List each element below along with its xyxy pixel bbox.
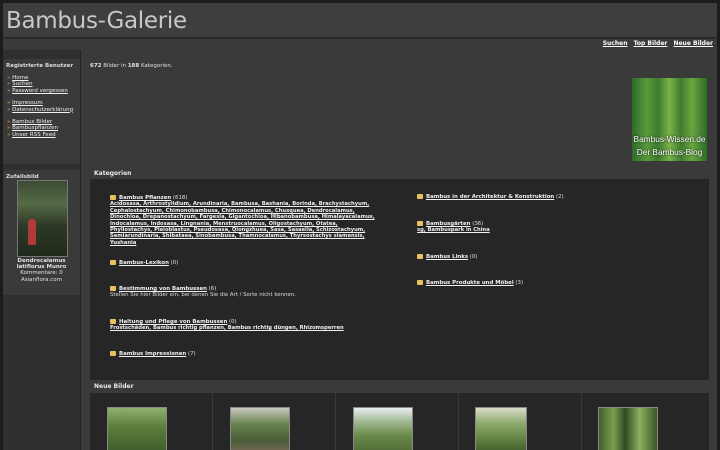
registered-users-block: Registrierte Benutzer Home Suchen Passwo…	[3, 59, 80, 164]
subcategory-list[interactable]: Frostschäden, Bambus richtig pflanzen, B…	[110, 325, 344, 331]
new-images-panel	[90, 393, 709, 450]
main-content: 672 Bilder in 188 Kategorien. Bambus-Wis…	[85, 50, 717, 450]
category-bambus-pflanzen: Bambus Pflanzen (618) Acidosasa, Arthros…	[110, 195, 375, 246]
sidebar-link-rss-feed[interactable]: Unser RSS Feed	[12, 132, 55, 138]
category-count: (0)	[170, 260, 179, 266]
folder-icon	[110, 195, 116, 200]
random-image-thumbnail[interactable]	[17, 180, 68, 257]
sidebar-links: Home Suchen Password vergessen Impressum…	[3, 75, 80, 138]
sidebar-link-bamboo-plants[interactable]: Bambuspflanzen	[12, 125, 58, 131]
sidebar: Registrierte Benutzer Home Suchen Passwo…	[3, 50, 81, 450]
category-bambus-links: Bambus Links (0)	[417, 254, 697, 260]
folder-icon	[110, 260, 116, 265]
category-count: (2)	[556, 194, 564, 200]
category-link[interactable]: Bambusgärten	[426, 221, 471, 227]
categories-panel: Bambus Pflanzen (618) Acidosasa, Arthros…	[90, 179, 709, 380]
category-bambus-lexikon: Bambus-Lexikon (0)	[110, 260, 375, 266]
gallery-summary: 672 Bilder in 188 Kategorien.	[90, 63, 173, 69]
sidebar-link-search[interactable]: Suchen	[12, 81, 32, 87]
category-link[interactable]: Bambus Links	[426, 254, 468, 260]
new-image-thumbnail[interactable]	[230, 407, 290, 450]
category-link[interactable]: Bambus-Lexikon	[119, 260, 169, 266]
categories-title: Kategorien	[94, 170, 132, 177]
folder-icon	[110, 319, 116, 324]
image-count: 672	[90, 63, 102, 69]
subcategory-links: sg, Bambuspark in China	[417, 227, 697, 233]
category-count: 188	[127, 63, 140, 69]
subcategory-list[interactable]: sg, Bambuspark in China	[417, 227, 490, 233]
registered-users-title: Registrierte Benutzer	[6, 63, 74, 69]
sidebar-link-privacy[interactable]: Datenschutzerklärung	[12, 107, 73, 113]
new-image-cell	[582, 393, 704, 450]
new-image-thumbnail[interactable]	[353, 407, 413, 450]
new-image-thumbnail[interactable]	[475, 407, 527, 450]
new-image-cell	[336, 393, 459, 450]
category-link[interactable]: Bambus Pflanzen	[119, 195, 171, 201]
random-image-name[interactable]: Dendrocalamus latiflorus Munro	[3, 258, 80, 270]
category-count: (6)	[208, 286, 217, 292]
category-link[interactable]: Bambus in der Architektur & Konstruktion	[426, 194, 554, 200]
category-count: (618)	[172, 195, 188, 201]
nav-top-images-link[interactable]: Top Bilder	[634, 40, 668, 47]
category-impressionen: Bambus Impressionen (7)	[110, 351, 375, 357]
top-navigation: Suchen Top Bilder Neue Bilder	[599, 40, 713, 47]
category-link[interactable]: Bestimmung von Bambussen	[119, 286, 207, 292]
new-image-cell	[213, 393, 336, 450]
folder-icon	[417, 254, 423, 259]
new-image-thumbnail[interactable]	[598, 407, 658, 450]
category-count: (7)	[187, 351, 196, 357]
folder-icon	[110, 286, 116, 291]
category-architektur: Bambus in der Architektur & Konstruktion…	[417, 194, 697, 200]
sidebar-link-home[interactable]: Home	[12, 75, 28, 81]
category-description: Stellen Sie hier Bilder ein, bei denen S…	[110, 292, 296, 299]
banner-line-1: Bambus-Wissen.de	[633, 134, 706, 144]
nav-new-images-link[interactable]: Neue Bilder	[673, 40, 713, 47]
bambus-wissen-banner[interactable]: Bambus-Wissen.de Der Bambus-Blog	[632, 78, 707, 161]
category-count: (0)	[469, 254, 478, 260]
category-haltung-pflege: Haltung und Pflege von Bambussen (0) Fro…	[110, 319, 375, 332]
banner-line-2: Der Bambus-Blog	[636, 147, 703, 157]
random-image-caption: Dendrocalamus latiflorus Munro Kommentar…	[3, 258, 80, 283]
folder-icon	[417, 221, 423, 226]
category-bestimmung: Bestimmung von Bambussen (6) Stellen Sie…	[110, 286, 375, 299]
random-image-block: Zufallsbild Dendrocalamus latiflorus Mun…	[3, 170, 80, 295]
new-image-thumbnail[interactable]	[107, 407, 167, 450]
site-header: Bambus-Galerie	[3, 3, 717, 39]
subcategory-list[interactable]: Acidosasa, Arthrostylidium, Arundinaria,…	[110, 201, 375, 245]
page-frame: Bambus-Galerie Suchen Top Bilder Neue Bi…	[3, 3, 717, 450]
nav-search-link[interactable]: Suchen	[603, 40, 628, 47]
new-image-cell	[459, 393, 582, 450]
subcategory-links: Frostschäden, Bambus richtig pflanzen, B…	[110, 325, 375, 331]
category-link[interactable]: Bambus Produkte und Möbel	[426, 280, 514, 286]
subcategory-links: Acidosasa, Arthrostylidium, Arundinaria,…	[110, 201, 375, 246]
category-produkte-moebel: Bambus Produkte und Möbel (3)	[417, 280, 697, 286]
summary-text-1: Bilder in	[103, 63, 126, 69]
site-title[interactable]: Bambus-Galerie	[6, 8, 187, 34]
folder-icon	[110, 351, 116, 356]
category-bambusgaerten: Bambusgärten (36) sg, Bambuspark in Chin…	[417, 221, 697, 234]
category-link[interactable]: Bambus Impressionen	[119, 351, 186, 357]
random-image-source: Asianflora.com	[21, 276, 62, 283]
new-images-title: Neue Bilder	[94, 383, 134, 390]
sidebar-link-bamboo-images[interactable]: Bambus Bilder	[12, 119, 52, 125]
folder-icon	[417, 194, 423, 199]
new-image-cell	[90, 393, 213, 450]
folder-icon	[417, 280, 423, 285]
sidebar-link-impressum[interactable]: Impressum	[12, 100, 43, 106]
random-image-title: Zufallsbild	[6, 174, 39, 180]
category-link[interactable]: Haltung und Pflege von Bambussen	[119, 319, 227, 325]
sidebar-link-forgot-password[interactable]: Password vergessen	[12, 88, 68, 94]
summary-text-2: Kategorien.	[140, 63, 173, 69]
category-count: (3)	[515, 280, 524, 286]
category-count: (36)	[472, 221, 484, 227]
category-count: (0)	[229, 319, 237, 325]
